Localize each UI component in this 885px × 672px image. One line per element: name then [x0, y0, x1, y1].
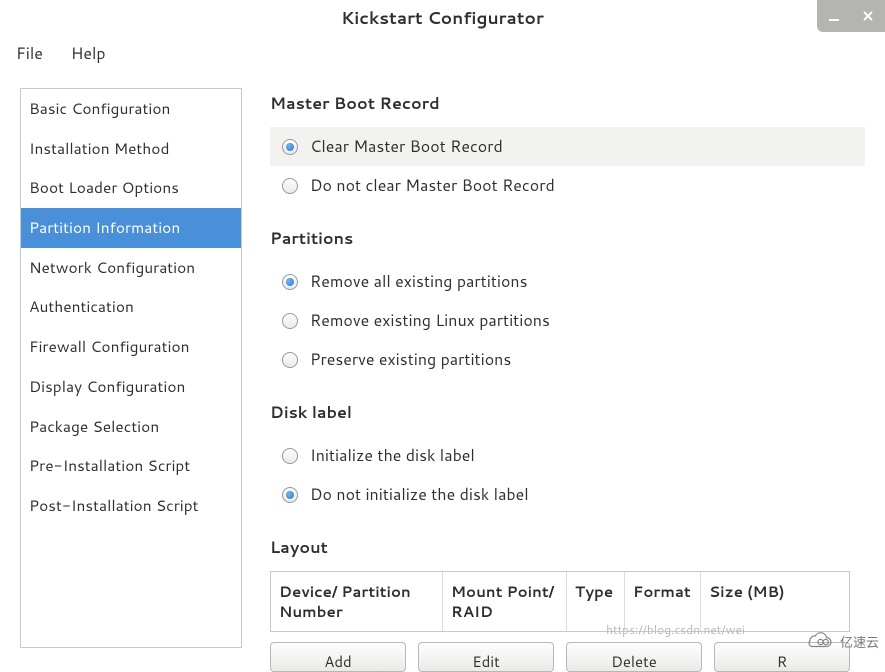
column-header-device[interactable]: Device/ Partition Number [271, 572, 443, 631]
sidebar: Basic Configuration Installation Method … [20, 88, 242, 648]
radio-label: Clear Master Boot Record [310, 135, 503, 158]
sidebar-item-basic-configuration[interactable]: Basic Configuration [21, 89, 241, 129]
radio-label: Remove existing Linux partitions [310, 309, 550, 332]
sidebar-item-display-configuration[interactable]: Display Configuration [21, 367, 241, 407]
cloud-icon [804, 632, 834, 652]
menu-file[interactable]: File [4, 38, 55, 69]
window-controls [817, 0, 885, 32]
close-button[interactable] [851, 0, 885, 32]
radio-label: Remove all existing partitions [310, 270, 528, 293]
radio-icon [282, 352, 298, 368]
table-header: Device/ Partition Number Mount Point/ RA… [271, 572, 849, 631]
watermark-brand: 亿速云 [840, 632, 879, 652]
disklabel-section-title: Disk label [270, 401, 865, 424]
partitions-section-title: Partitions [270, 227, 865, 250]
watermark-url: https://blog.csdn.net/wei [606, 621, 745, 638]
content-area: Basic Configuration Installation Method … [0, 70, 885, 672]
layout-table: Device/ Partition Number Mount Point/ RA… [270, 571, 850, 632]
window-title: Kickstart Configurator [341, 6, 544, 30]
add-button[interactable]: Add [270, 642, 406, 672]
titlebar: Kickstart Configurator [0, 0, 885, 36]
radio-icon [282, 274, 298, 290]
radio-icon [282, 313, 298, 329]
sidebar-item-pre-installation-script[interactable]: Pre-Installation Script [21, 446, 241, 486]
sidebar-item-post-installation-script[interactable]: Post-Installation Script [21, 486, 241, 526]
layout-buttons: Add Edit Delete R [270, 642, 850, 672]
radio-icon [282, 139, 298, 155]
radio-icon [282, 487, 298, 503]
sidebar-item-installation-method[interactable]: Installation Method [21, 129, 241, 169]
radio-label: Initialize the disk label [310, 444, 475, 467]
menu-help[interactable]: Help [59, 38, 118, 69]
radio-clear-mbr[interactable]: Clear Master Boot Record [270, 127, 865, 166]
sidebar-item-package-selection[interactable]: Package Selection [21, 407, 241, 447]
radio-remove-all-partitions[interactable]: Remove all existing partitions [270, 262, 865, 301]
radio-icon [282, 178, 298, 194]
layout-section-title: Layout [270, 536, 865, 559]
delete-button[interactable]: Delete [566, 642, 702, 672]
radio-preserve-partitions[interactable]: Preserve existing partitions [270, 340, 865, 379]
radio-label: Do not initialize the disk label [310, 483, 529, 506]
radio-icon [282, 448, 298, 464]
minimize-button[interactable] [817, 0, 851, 32]
sidebar-item-firewall-configuration[interactable]: Firewall Configuration [21, 327, 241, 367]
radio-not-clear-mbr[interactable]: Do not clear Master Boot Record [270, 166, 865, 205]
sidebar-item-boot-loader-options[interactable]: Boot Loader Options [21, 168, 241, 208]
sidebar-item-partition-information[interactable]: Partition Information [21, 208, 241, 248]
radio-not-initialize-disk-label[interactable]: Do not initialize the disk label [270, 475, 865, 514]
watermark: 亿速云 [804, 632, 879, 652]
radio-initialize-disk-label[interactable]: Initialize the disk label [270, 436, 865, 475]
edit-button[interactable]: Edit [418, 642, 554, 672]
column-header-mount[interactable]: Mount Point/ RAID [443, 572, 567, 631]
radio-label: Preserve existing partitions [310, 348, 511, 371]
sidebar-item-authentication[interactable]: Authentication [21, 287, 241, 327]
mbr-section-title: Master Boot Record [270, 92, 865, 115]
menubar: File Help [0, 36, 885, 70]
sidebar-item-network-configuration[interactable]: Network Configuration [21, 248, 241, 288]
radio-remove-linux-partitions[interactable]: Remove existing Linux partitions [270, 301, 865, 340]
main-panel: Master Boot Record Clear Master Boot Rec… [270, 88, 865, 672]
radio-label: Do not clear Master Boot Record [310, 174, 555, 197]
